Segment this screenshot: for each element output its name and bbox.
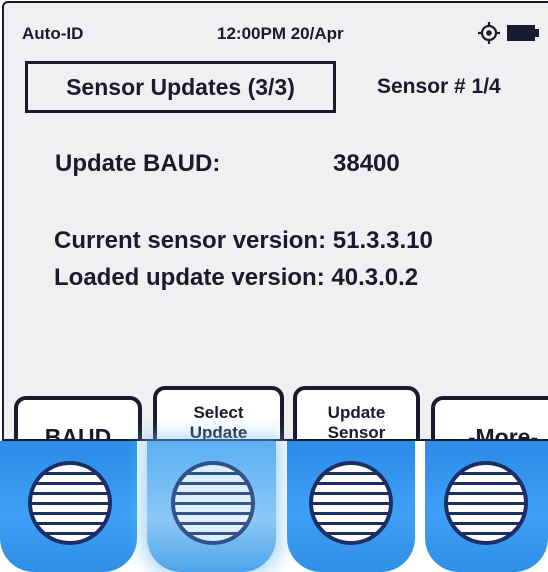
current-sensor-version: Current sensor version: 51.3.3.10 [54,227,433,254]
button-grille-icon [171,461,255,545]
button-grille-icon [309,461,393,545]
softkey-update-sensor-label: Update Sensor [327,403,386,441]
button-grille-icon [28,461,112,545]
page-title: Sensor Updates (3/3) [25,61,336,113]
softkey-baud-label: BAUD [44,423,112,441]
hardware-button-3[interactable] [287,441,415,572]
softkey-more[interactable]: -More- [431,396,548,441]
mode-label: Auto-ID [22,24,84,43]
status-bar: Auto-ID 12:00PM 20/Apr [4,3,548,44]
hardware-button-1[interactable] [0,441,137,572]
softkey-update-sensor-line2: Sensor [327,423,386,441]
hardware-button-2[interactable] [147,441,276,572]
gps-target-icon [478,22,500,49]
baud-value: 38400 [333,150,400,177]
baud-label: Update BAUD: [55,150,221,177]
softkey-update-sensor[interactable]: Update Sensor [293,386,420,441]
softkey-baud[interactable]: BAUD [14,396,142,441]
button-grille-icon [444,461,528,545]
device-screen: Auto-ID 12:00PM 20/Apr Sensor Updates (3… [2,1,548,441]
hardware-button-4[interactable] [425,441,548,572]
sensor-number: Sensor # 1/4 [377,75,501,98]
softkey-update-sensor-line1: Update [327,403,386,422]
softkey-select-update[interactable]: Select Update [153,386,284,441]
time-date: 12:00PM 20/Apr [217,24,344,43]
softkey-more-label: -More- [467,423,539,441]
hardware-button-row [0,441,548,572]
loaded-update-version: Loaded update version: 40.3.0.2 [54,264,419,291]
softkey-select-update-line2: Update [189,423,248,441]
softkey-select-update-line1: Select [193,403,244,422]
battery-tip [535,29,539,37]
battery-full-icon [507,25,535,41]
softkey-select-update-label: Select Update [189,403,248,441]
